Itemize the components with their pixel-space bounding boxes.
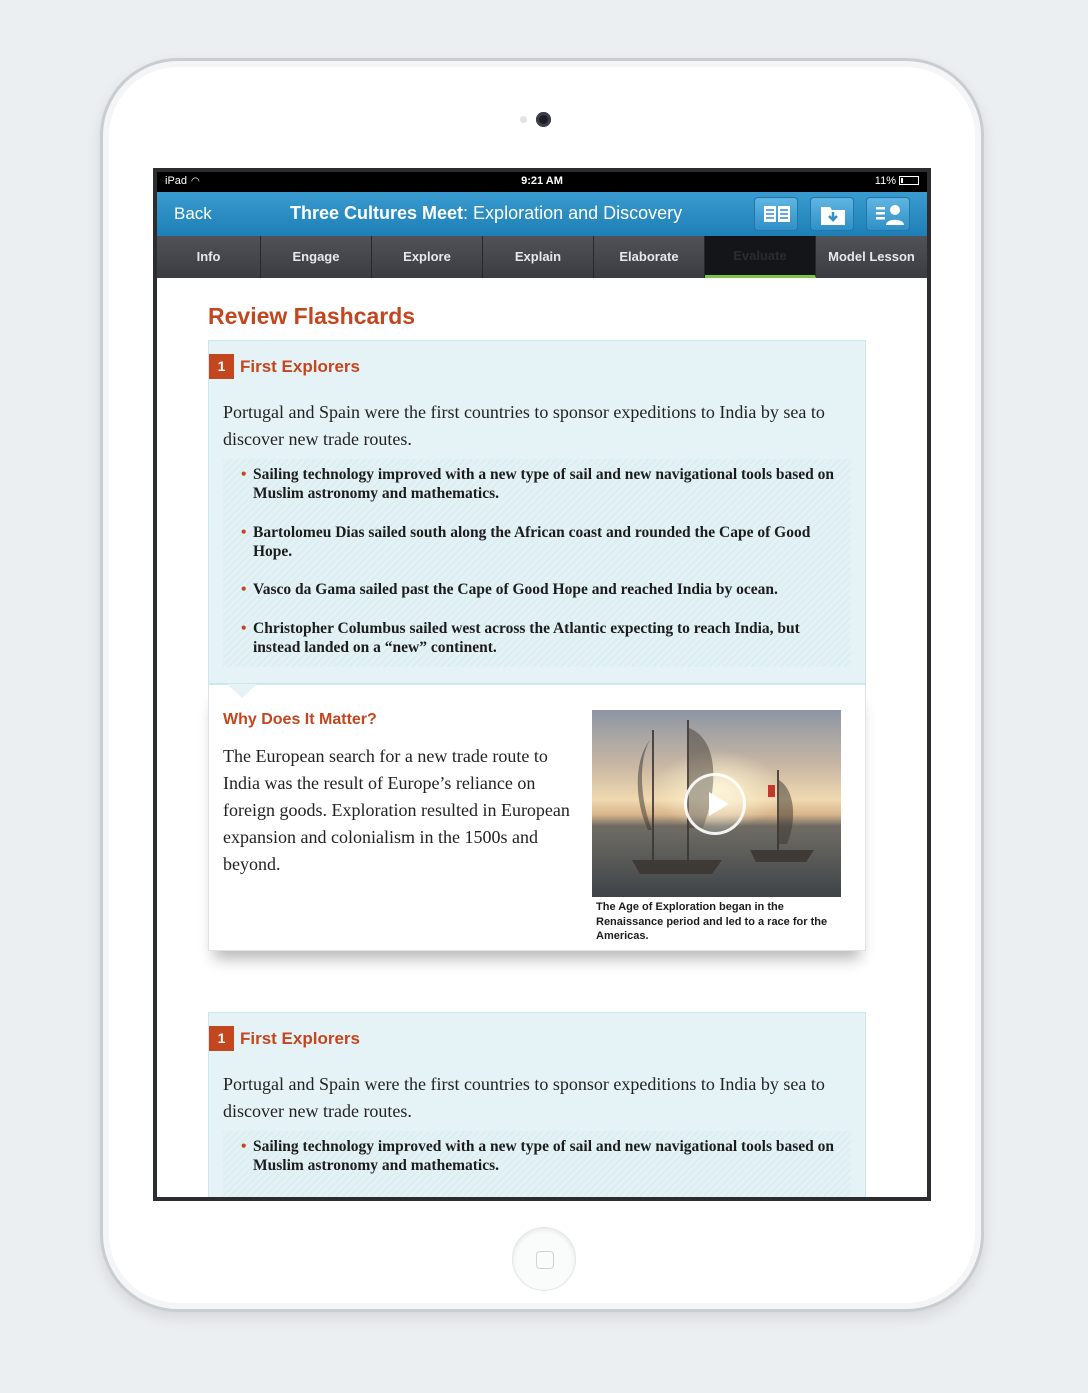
flashcard: 1 First Explorers Portugal and Spain wer… <box>208 1012 866 1197</box>
why-it-matters-panel: Why Does It Matter? The European search … <box>208 684 866 951</box>
clock: 9:21 AM <box>521 175 563 187</box>
screen: iPad ◠ 9:21 AM 11% Back Three Cultures Me… <box>153 168 931 1201</box>
front-camera <box>536 112 551 127</box>
profile-button[interactable] <box>866 197 910 231</box>
card-number-badge: 1 <box>209 354 234 379</box>
battery-percent: 11% <box>874 175 896 187</box>
flashcard-summary: 1 First Explorers Portugal and Spain wer… <box>208 1012 866 1197</box>
tab-elaborate[interactable]: Elaborate <box>594 236 705 278</box>
list-item: • Sailing technology improved with a new … <box>241 1138 835 1174</box>
card-number-badge: 1 <box>209 1026 234 1051</box>
book-icon <box>764 206 790 222</box>
lesson-title: Three Cultures Meet: Exploration and Dis… <box>290 203 683 223</box>
tab-model-lesson[interactable]: Model Lesson <box>816 236 927 278</box>
app-bar: Back Three Cultures Meet: Exploration an… <box>157 192 927 236</box>
video-caption: The Age of Exploration began in the Rena… <box>596 901 828 942</box>
tab-evaluate[interactable]: Evaluate <box>705 236 816 278</box>
tab-engage[interactable]: Engage <box>261 236 372 278</box>
tab-info[interactable]: Info <box>157 236 261 278</box>
tab-explore[interactable]: Explore <box>372 236 483 278</box>
download-icon <box>821 207 845 225</box>
tab-explain[interactable]: Explain <box>483 236 594 278</box>
notch-pointer <box>227 684 257 698</box>
card-title: First Explorers <box>240 1028 360 1048</box>
home-button[interactable] <box>512 1227 576 1291</box>
video-thumbnail[interactable] <box>592 710 841 897</box>
card-intro: Portugal and Spain were the first countr… <box>223 402 825 449</box>
list-item: • Vasco da Gama sailed past the Cape of G… <box>241 581 778 598</box>
play-button[interactable] <box>684 773 746 835</box>
play-icon <box>709 792 729 816</box>
home-button-icon <box>536 1251 554 1269</box>
content-area[interactable]: Review Flashcards 1 First Explorers Port… <box>157 278 927 1197</box>
status-bar: iPad ◠ 9:21 AM 11% <box>157 172 927 192</box>
page-title: Review Flashcards <box>208 303 416 329</box>
profile-icon <box>876 205 904 225</box>
why-title: Why Does It Matter? <box>223 711 377 728</box>
card-title: First Explorers <box>240 356 360 376</box>
flashcard-summary: 1 First Explorers Portugal and Spain wer… <box>208 340 866 684</box>
tab-bar: Info Engage Explore Explain Elaborate Ev… <box>157 236 927 278</box>
back-button[interactable]: Back <box>174 204 212 224</box>
list-item: • Bartolomeu Dias sailed south along the … <box>241 524 811 560</box>
bullet-list: • Sailing technology improved with a new … <box>223 459 851 667</box>
flashcard: 1 First Explorers Portugal and Spain wer… <box>208 340 866 951</box>
card-intro: Portugal and Spain were the first countr… <box>223 1074 825 1121</box>
light-sensor <box>520 116 527 123</box>
book-button[interactable] <box>754 197 798 231</box>
why-text: The European search for a new trade rout… <box>223 746 570 874</box>
battery-icon <box>899 176 919 185</box>
list-item: • Christopher Columbus sailed west across… <box>241 620 800 656</box>
list-item: • Sailing technology improved with a new … <box>241 466 835 502</box>
bullet-list: • Sailing technology improved with a new … <box>223 1131 851 1197</box>
download-button[interactable] <box>810 197 854 231</box>
